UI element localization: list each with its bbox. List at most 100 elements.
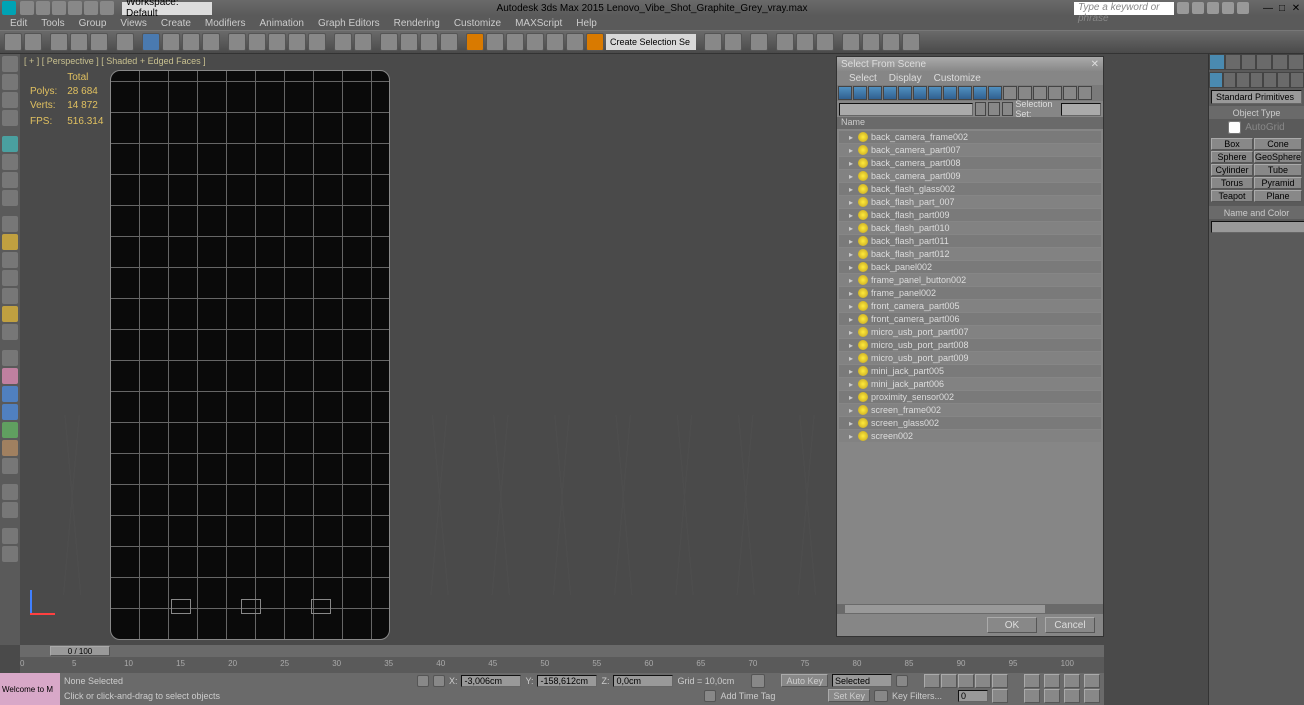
nav-zoom-button[interactable] xyxy=(1044,674,1060,688)
named-selection-dropdown[interactable]: Create Selection Se xyxy=(606,34,696,50)
lt-26[interactable] xyxy=(2,546,18,562)
filter-geometry-icon[interactable] xyxy=(838,86,852,100)
filter-spacewarps-icon[interactable] xyxy=(913,86,927,100)
filter-opt1-icon[interactable] xyxy=(1048,86,1062,100)
expand-icon[interactable]: ▸ xyxy=(847,367,855,375)
list-item[interactable]: ▸front_camera_part006 xyxy=(839,313,1101,325)
redo-button[interactable] xyxy=(24,33,42,51)
lt-13[interactable] xyxy=(2,288,18,304)
undo-button[interactable] xyxy=(4,33,22,51)
dialog-titlebar[interactable]: Select From Scene ✕ xyxy=(837,57,1103,71)
lt-12[interactable] xyxy=(2,270,18,286)
menu-rendering[interactable]: Rendering xyxy=(388,18,446,29)
snap-options-2[interactable] xyxy=(526,33,544,51)
list-item[interactable]: ▸proximity_sensor002 xyxy=(839,391,1101,403)
lt-14[interactable] xyxy=(2,306,18,322)
expand-icon[interactable]: ▸ xyxy=(847,146,855,154)
list-item[interactable]: ▸back_flash_part012 xyxy=(839,248,1101,260)
search-clear-icon[interactable] xyxy=(975,102,986,116)
filter-xrefs-icon[interactable] xyxy=(943,86,957,100)
time-slider[interactable]: 0 / 100 xyxy=(20,645,1104,657)
list-item[interactable]: ▸mini_jack_part006 xyxy=(839,378,1101,390)
lock-selection-icon[interactable] xyxy=(417,675,429,687)
minimize-button[interactable]: — xyxy=(1262,2,1274,14)
edit-named-selection-button[interactable] xyxy=(466,33,484,51)
nav-minmax-button[interactable] xyxy=(1084,689,1100,703)
nav-maximize-button[interactable] xyxy=(1064,689,1080,703)
object-name-input[interactable] xyxy=(1211,221,1304,233)
menu-grapheditors[interactable]: Graph Editors xyxy=(312,18,386,29)
dialog-menu-display[interactable]: Display xyxy=(889,73,922,84)
snap-options-3[interactable] xyxy=(546,33,564,51)
menu-help[interactable]: Help xyxy=(570,18,603,29)
filter-cameras-icon[interactable] xyxy=(883,86,897,100)
view-mode-2-icon[interactable] xyxy=(1002,102,1013,116)
menu-customize[interactable]: Customize xyxy=(448,18,507,29)
x-coord-input[interactable] xyxy=(461,675,521,687)
primitive-box-button[interactable]: Box xyxy=(1211,138,1253,150)
lt-24[interactable] xyxy=(2,502,18,518)
list-item[interactable]: ▸screen_frame002 xyxy=(839,404,1101,416)
selection-set-dropdown[interactable] xyxy=(1061,103,1101,116)
play-button[interactable] xyxy=(958,674,974,688)
expand-icon[interactable]: ▸ xyxy=(847,237,855,245)
utilities-tab[interactable] xyxy=(1288,54,1304,70)
list-item[interactable]: ▸micro_usb_port_part009 xyxy=(839,352,1101,364)
menu-tools[interactable]: Tools xyxy=(35,18,70,29)
helpers-subtab[interactable] xyxy=(1263,72,1277,88)
list-item[interactable]: ▸mini_jack_part005 xyxy=(839,365,1101,377)
menu-animation[interactable]: Animation xyxy=(253,18,309,29)
render-button[interactable] xyxy=(882,33,900,51)
snap-options-1[interactable] xyxy=(506,33,524,51)
goto-end-button[interactable] xyxy=(992,674,1008,688)
curve-editor-button[interactable] xyxy=(776,33,794,51)
dialog-h-scrollbar[interactable] xyxy=(837,604,1103,614)
dialog-column-header[interactable]: Name xyxy=(837,117,1103,129)
filter-frozen-icon[interactable] xyxy=(988,86,1002,100)
lt-22[interactable] xyxy=(2,458,18,474)
nav-orbit-button[interactable] xyxy=(1024,689,1040,703)
expand-icon[interactable]: ▸ xyxy=(847,159,855,167)
primitive-torus-button[interactable]: Torus xyxy=(1211,177,1253,189)
list-item[interactable]: ▸back_flash_part009 xyxy=(839,209,1101,221)
systems-subtab[interactable] xyxy=(1290,72,1304,88)
name-color-rollout[interactable]: Name and Color xyxy=(1209,206,1304,219)
lt-4[interactable] xyxy=(2,110,18,126)
qat-save-icon[interactable] xyxy=(52,1,66,15)
lt-2[interactable] xyxy=(2,74,18,90)
list-item[interactable]: ▸back_camera_part008 xyxy=(839,157,1101,169)
nav-pan-button[interactable] xyxy=(1024,674,1040,688)
cancel-button[interactable]: Cancel xyxy=(1045,617,1095,633)
search-input[interactable]: Type a keyword or phrase xyxy=(1074,2,1174,15)
scale-button[interactable] xyxy=(268,33,286,51)
filter-none-icon[interactable] xyxy=(1018,86,1032,100)
selection-filter-dropdown[interactable] xyxy=(116,33,134,51)
qat-new-icon[interactable] xyxy=(20,1,34,15)
list-item[interactable]: ▸back_camera_part007 xyxy=(839,144,1101,156)
dialog-menu-customize[interactable]: Customize xyxy=(934,73,981,84)
filter-containers-icon[interactable] xyxy=(973,86,987,100)
dialog-menu-select[interactable]: Select xyxy=(849,73,877,84)
list-item[interactable]: ▸back_flash_glass002 xyxy=(839,183,1101,195)
timetag-icon[interactable] xyxy=(704,690,716,702)
snap-toggle-button[interactable] xyxy=(380,33,398,51)
snap-options-5[interactable] xyxy=(586,33,604,51)
goto-start-button[interactable] xyxy=(924,674,940,688)
rotate-button[interactable] xyxy=(248,33,266,51)
z-coord-input[interactable] xyxy=(613,675,673,687)
primitive-cone-button[interactable]: Cone xyxy=(1254,138,1302,150)
list-item[interactable]: ▸micro_usb_port_part008 xyxy=(839,339,1101,351)
expand-icon[interactable]: ▸ xyxy=(847,406,855,414)
lt-1[interactable] xyxy=(2,56,18,72)
lt-17[interactable] xyxy=(2,368,18,384)
filter-all-icon[interactable] xyxy=(1003,86,1017,100)
primitive-teapot-button[interactable]: Teapot xyxy=(1211,190,1253,202)
hierarchy-tab[interactable] xyxy=(1241,54,1257,70)
filter-opt3-icon[interactable] xyxy=(1078,86,1092,100)
qat-project-icon[interactable] xyxy=(100,1,114,15)
select-object-button[interactable] xyxy=(142,33,160,51)
filter-invert-icon[interactable] xyxy=(1033,86,1047,100)
shapes-subtab[interactable] xyxy=(1223,72,1237,88)
lt-21[interactable] xyxy=(2,440,18,456)
expand-icon[interactable]: ▸ xyxy=(847,354,855,362)
